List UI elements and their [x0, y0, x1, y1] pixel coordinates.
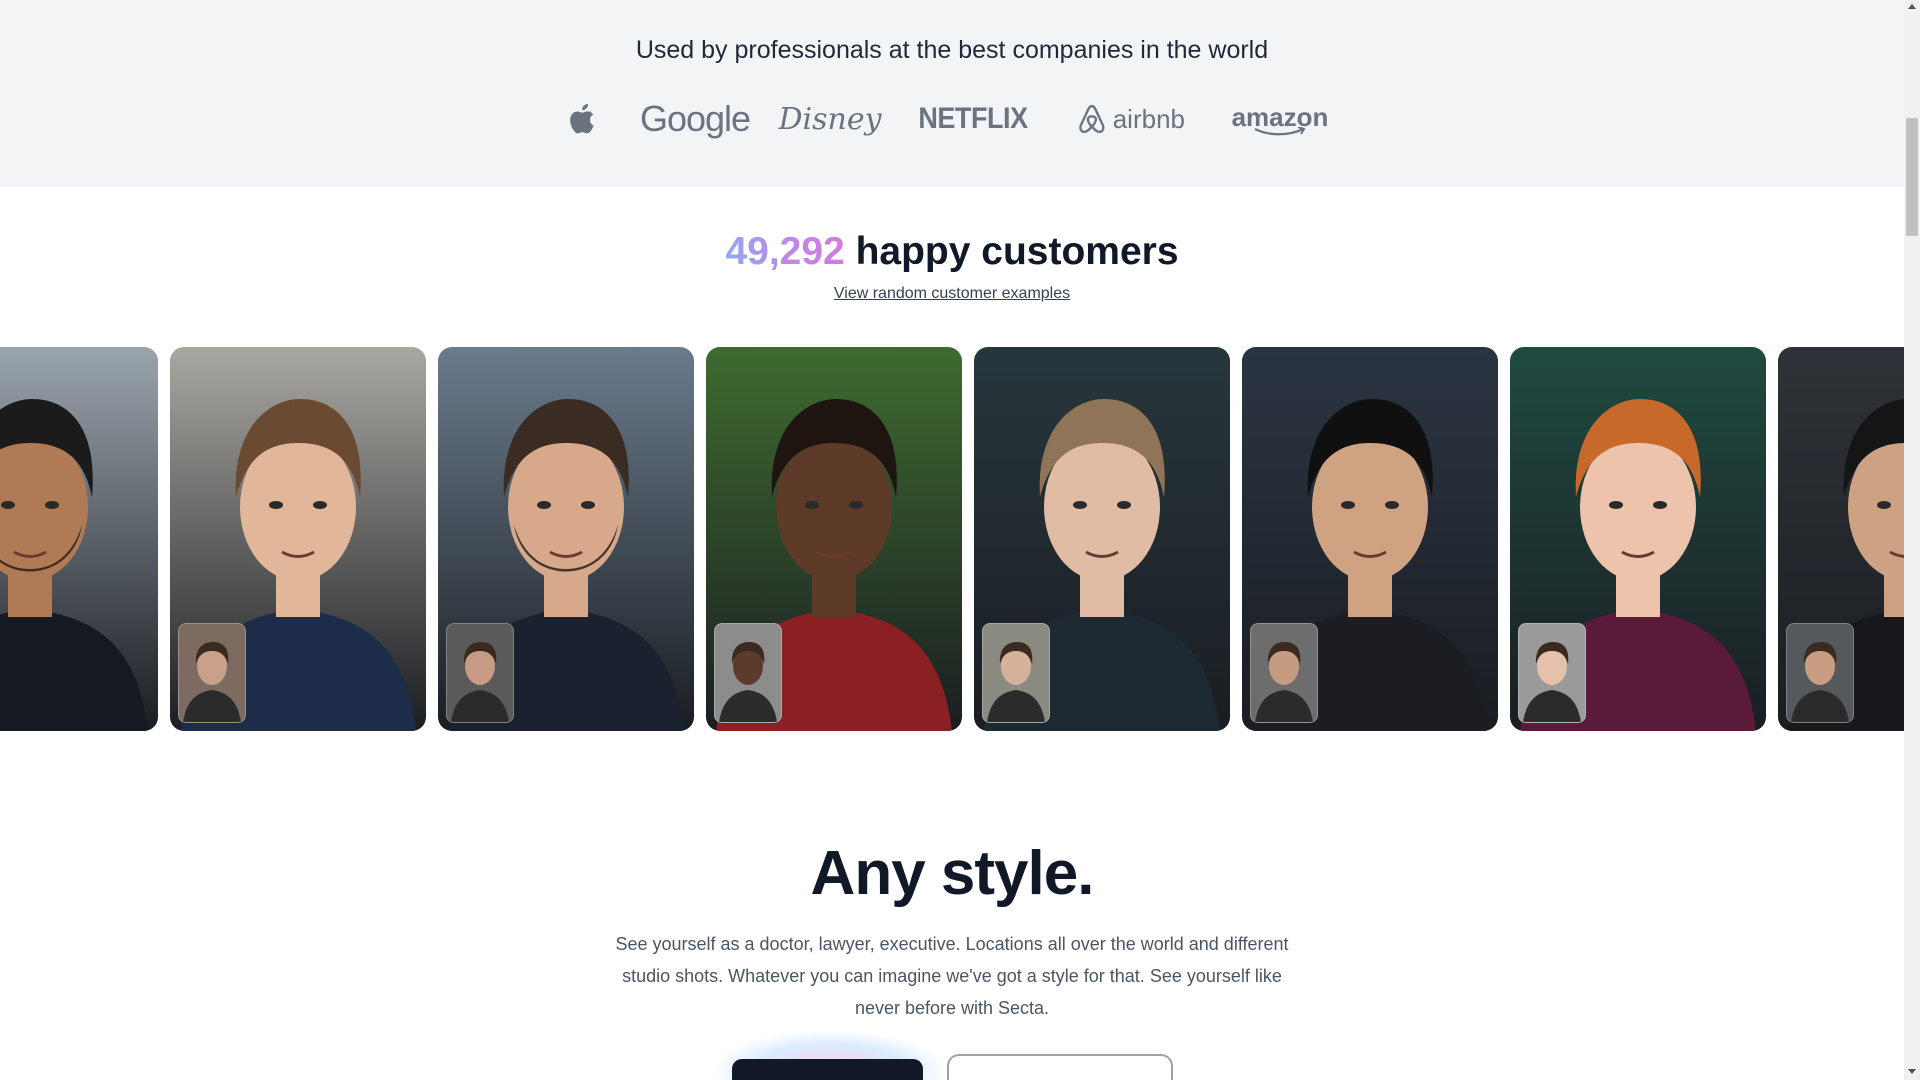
view-random-examples-link[interactable]: View random customer examples: [834, 285, 1070, 302]
customer-carousel[interactable]: [0, 347, 1904, 731]
original-selfie-thumbnail: [1518, 623, 1586, 723]
customer-portrait-1[interactable]: [0, 347, 158, 731]
original-selfie-thumbnail: [714, 623, 782, 723]
style-section-title: Any style.: [810, 839, 1095, 908]
original-selfie-thumbnail: [1250, 623, 1318, 723]
customer-count: 49,292: [725, 230, 845, 273]
selfie-image: [451, 642, 509, 722]
customer-portrait-3[interactable]: [438, 347, 694, 731]
netflix-logo: NETFLIX: [918, 102, 1028, 135]
disney-logo: Disney: [778, 101, 882, 137]
apple-logo-icon: [566, 96, 600, 142]
selfie-image: [1255, 642, 1313, 722]
original-selfie-thumbnail: [446, 623, 514, 723]
customer-portrait-2[interactable]: [170, 347, 426, 731]
customer-portrait-8[interactable]: [1778, 347, 1904, 731]
selfie-image: [719, 642, 777, 722]
trusted-by-section: Used by professionals at the best compan…: [0, 0, 1904, 187]
original-selfie-thumbnail: [178, 623, 246, 723]
airbnb-wordmark: airbnb: [1112, 103, 1185, 134]
trusted-by-title: Used by professionals at the best compan…: [635, 36, 1269, 64]
view-examples-row: View random customer examples: [0, 285, 1904, 303]
selfie-image: [987, 642, 1045, 722]
airbnb-logo: airbnb: [1077, 96, 1185, 142]
page-scrollbar[interactable]: [1904, 0, 1920, 1080]
original-selfie-thumbnail: [1786, 623, 1854, 723]
customer-portrait-4[interactable]: [706, 347, 962, 731]
customers-heading: 49,292 happy customers: [0, 230, 1904, 274]
scroll-down-arrow-icon[interactable]: [1908, 1069, 1916, 1074]
amazon-logo: amazon: [1232, 96, 1328, 142]
customer-portrait-7[interactable]: [1510, 347, 1766, 731]
customer-portrait-6[interactable]: [1242, 347, 1498, 731]
scroll-up-arrow-icon[interactable]: [1908, 4, 1916, 9]
page-viewport: Used by professionals at the best compan…: [0, 0, 1904, 1080]
google-logo: Google: [639, 98, 751, 139]
customer-portrait-5[interactable]: [974, 347, 1230, 731]
portrait-image: [0, 347, 158, 731]
style-section-description: See yourself as a doctor, lawyer, execut…: [615, 934, 1289, 1018]
amazon-smile-icon: [1254, 127, 1306, 136]
selfie-image: [1791, 642, 1849, 722]
secondary-cta-button[interactable]: [947, 1054, 1173, 1080]
customers-heading-text: happy customers: [844, 230, 1179, 273]
scroll-thumb[interactable]: [1906, 118, 1918, 236]
selfie-image: [183, 642, 241, 722]
primary-cta-button[interactable]: [732, 1059, 923, 1080]
original-selfie-thumbnail: [982, 623, 1050, 723]
selfie-image: [1523, 642, 1581, 722]
airbnb-mark-icon: [1079, 104, 1105, 134]
